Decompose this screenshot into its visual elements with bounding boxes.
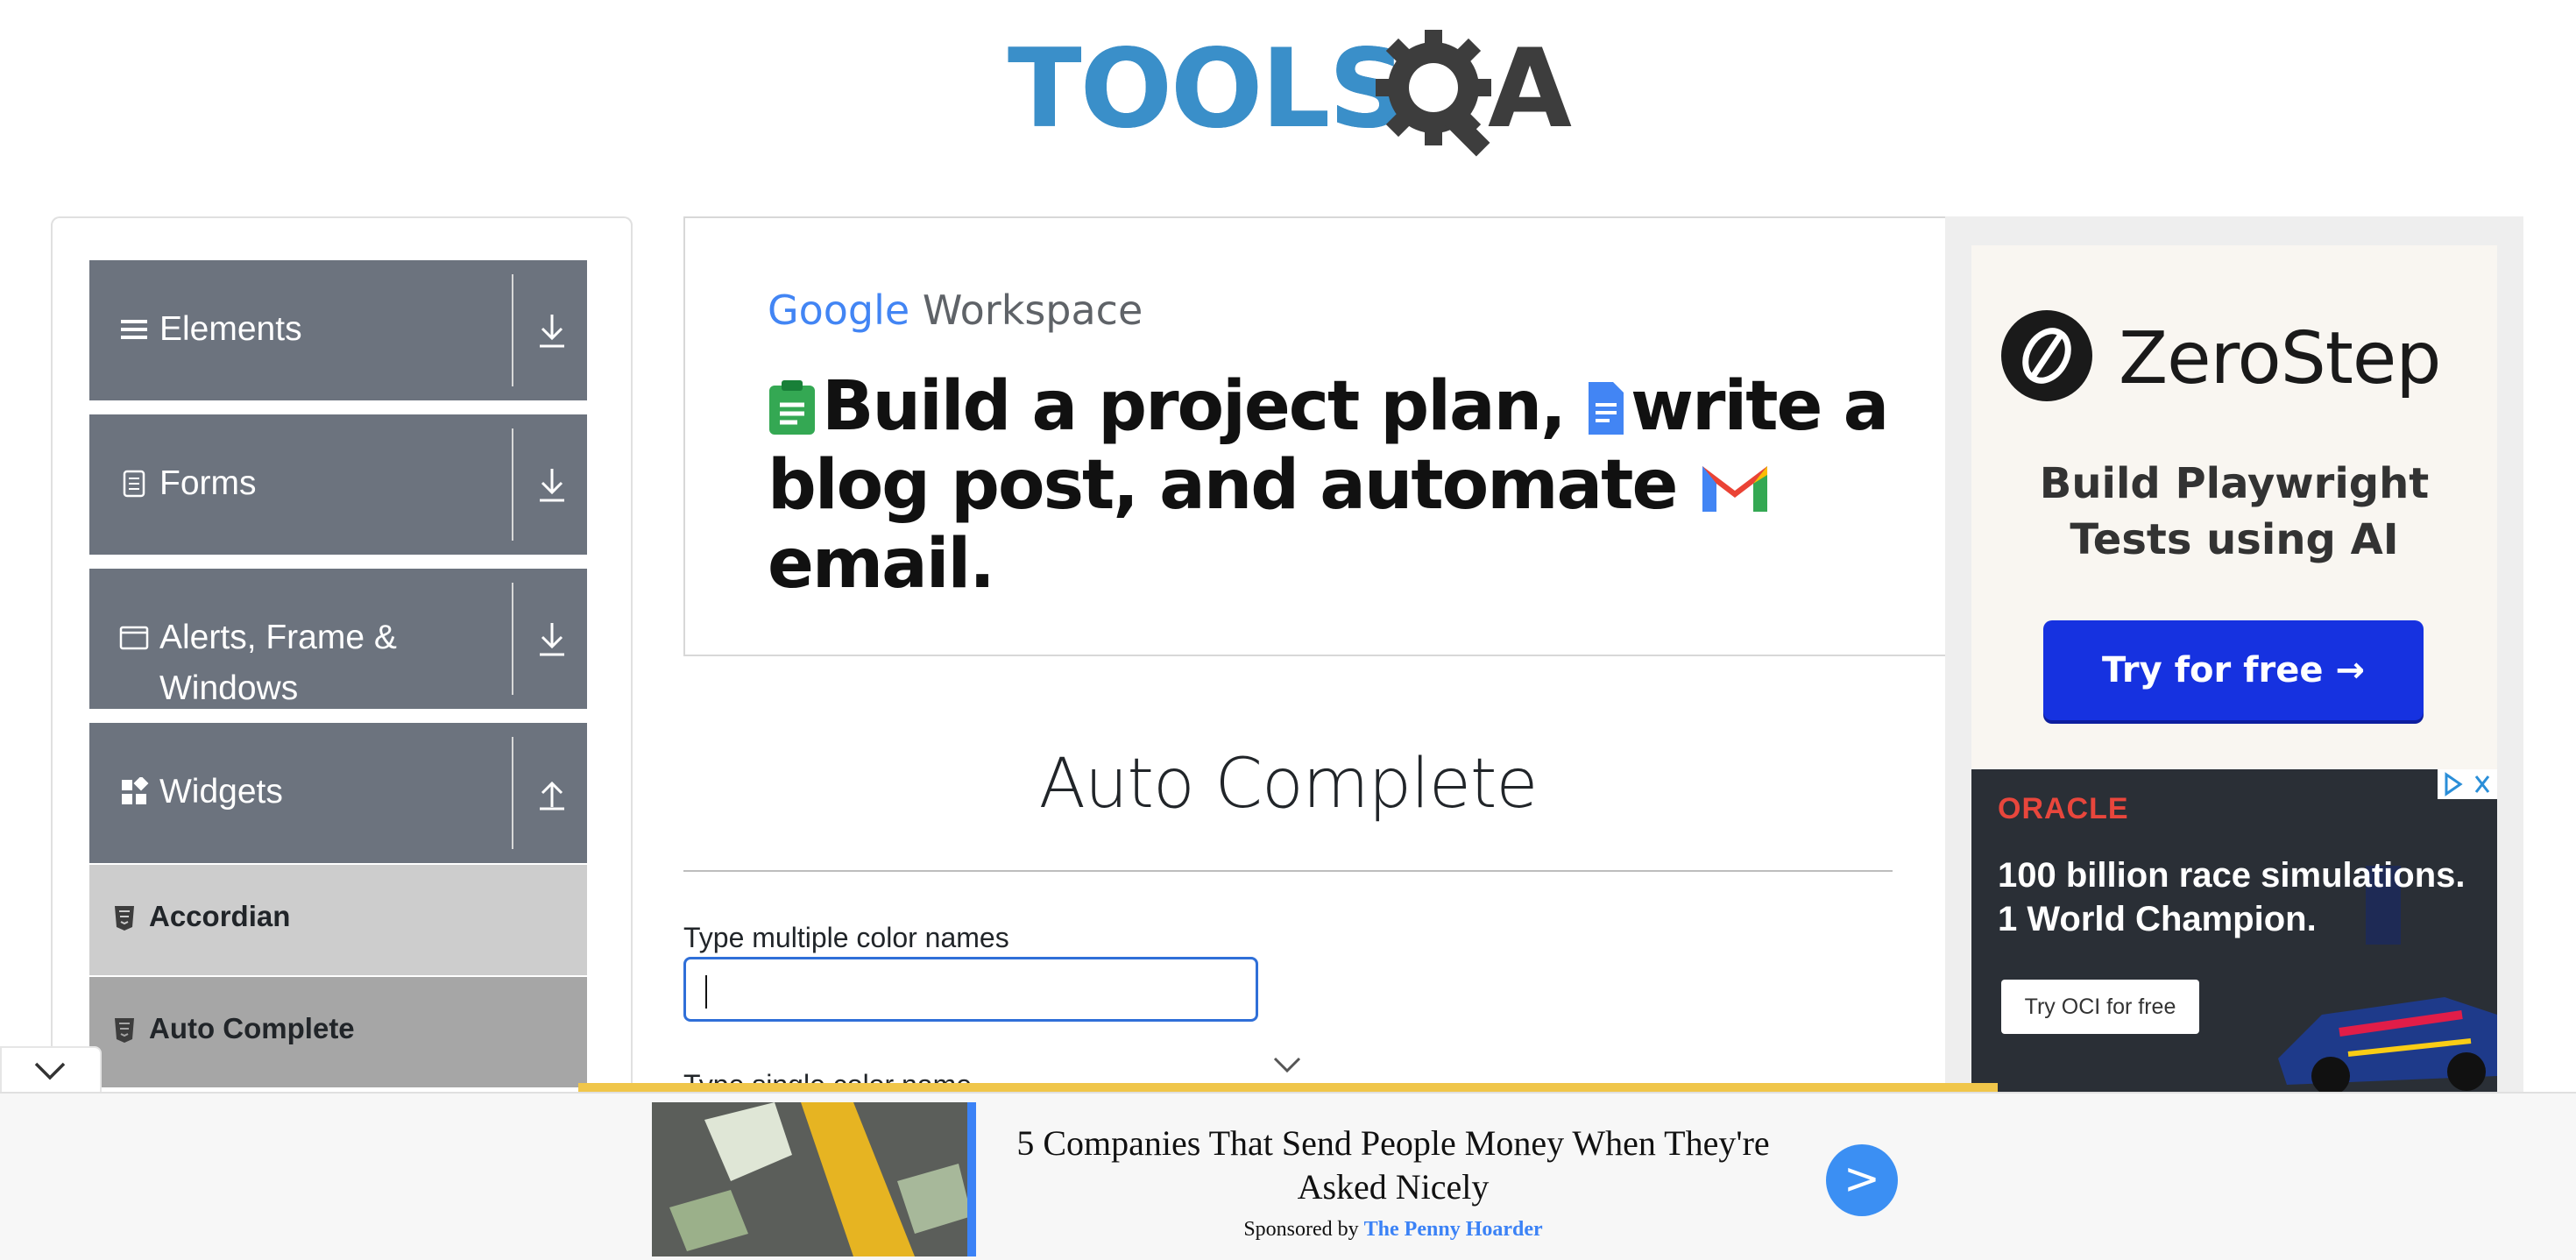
text-caret bbox=[705, 975, 707, 1009]
google-workspace-ad[interactable]: Google Workspace Build a project plan, w… bbox=[683, 216, 1949, 656]
headline-part-4: email. bbox=[768, 525, 995, 604]
multi-color-input[interactable] bbox=[683, 957, 1258, 1022]
html5-icon bbox=[115, 906, 134, 931]
group-label: Alerts, Frame & bbox=[159, 619, 397, 656]
chevron-down-icon[interactable] bbox=[1272, 1055, 1302, 1074]
group-label: Widgets bbox=[159, 773, 283, 811]
thumbnail-accent bbox=[967, 1102, 976, 1256]
logo-text: TOOLS bbox=[1008, 26, 1407, 152]
oracle-line-2: 1 World Champion. bbox=[1998, 900, 2317, 938]
sidebar-item-label: Accordian bbox=[149, 900, 291, 932]
oracle-brand: ORACLE bbox=[1998, 792, 2129, 825]
download-arrow-icon bbox=[540, 623, 564, 656]
clipboard-icon bbox=[769, 380, 815, 435]
try-oci-button[interactable]: Try OCI for free bbox=[2001, 980, 2199, 1034]
ad-go-button[interactable]: > bbox=[1826, 1144, 1898, 1216]
sidebar-group-widgets[interactable]: Widgets bbox=[89, 723, 587, 863]
sidebar-item-accordian[interactable]: Accordian bbox=[89, 864, 587, 975]
window-icon bbox=[119, 626, 149, 650]
logo-suffix: A bbox=[1488, 26, 1572, 152]
collapse-ad-toggle[interactable] bbox=[0, 1046, 102, 1092]
money-road-image bbox=[652, 1102, 976, 1256]
bottom-ad-headline[interactable]: 5 Companies That Send People Money When … bbox=[999, 1122, 1787, 1209]
html5-icon bbox=[115, 1018, 134, 1043]
adchoices-close-icon bbox=[2445, 772, 2490, 796]
try-for-free-button[interactable]: Try for free → bbox=[2043, 620, 2424, 720]
widgets-icon bbox=[122, 777, 149, 804]
google-wordmark: Google bbox=[768, 287, 910, 334]
sidebar-item-label: Auto Complete bbox=[149, 1012, 355, 1044]
hamburger-icon bbox=[121, 320, 147, 339]
sidebar-group-alerts[interactable]: Alerts, Frame & Windows bbox=[89, 569, 587, 709]
divider bbox=[512, 737, 513, 849]
zerostep-brand: ZeroStep bbox=[2119, 317, 2441, 400]
gear-magnifier-icon bbox=[1376, 30, 1491, 157]
group-label: Forms bbox=[159, 464, 257, 502]
sidebar-item-auto-complete[interactable]: Auto Complete bbox=[89, 976, 587, 1087]
docs-icon bbox=[1588, 382, 1624, 435]
oracle-ad[interactable]: ORACLE 100 billion race simulations. 1 W… bbox=[1971, 769, 2497, 1092]
bottom-sponsored-ad[interactable]: 5 Companies That Send People Money When … bbox=[0, 1092, 2576, 1260]
divider bbox=[512, 428, 513, 541]
download-arrow-icon bbox=[540, 315, 564, 348]
headline-part-2: write a bbox=[1630, 367, 1889, 446]
oracle-headline: 100 billion race simulations. 1 World Ch… bbox=[1998, 853, 2488, 941]
gmail-icon bbox=[1702, 466, 1767, 512]
multi-color-label: Type multiple color names bbox=[683, 922, 1009, 953]
sponsored-by-label: Sponsored by bbox=[1243, 1218, 1359, 1241]
sponsor-link[interactable]: The Penny Hoarder bbox=[1364, 1218, 1543, 1241]
headline-part-1: Build a project plan, bbox=[822, 367, 1567, 446]
zerostep-tagline: Build Playwright Tests using AI bbox=[1971, 456, 2497, 568]
ad-brand: Google Workspace bbox=[768, 287, 1143, 334]
group-label: Elements bbox=[159, 310, 302, 348]
headline-part-3: blog post, and automate bbox=[768, 446, 1678, 525]
upload-arrow-icon bbox=[540, 781, 564, 811]
zerostep-ad[interactable]: ZeroStep Build Playwright Tests using AI… bbox=[1971, 245, 2497, 769]
ad-headline: Build a project plan, write a blog post,… bbox=[768, 367, 1907, 604]
sidebar-group-forms[interactable]: Forms bbox=[89, 414, 587, 555]
divider bbox=[512, 274, 513, 386]
oracle-line-1: 100 billion race simulations. bbox=[1998, 856, 2466, 895]
group-label-line2: Windows bbox=[159, 669, 299, 707]
ad-progress-bar bbox=[578, 1083, 1998, 1092]
tagline-line-1: Build Playwright bbox=[2039, 459, 2430, 508]
ad-thumbnail bbox=[652, 1102, 976, 1256]
page-title: Auto Complete bbox=[1038, 745, 1539, 824]
workspace-wordmark: Workspace bbox=[922, 287, 1143, 334]
sponsor-line: Sponsored by The Penny Hoarder bbox=[999, 1218, 1787, 1242]
download-arrow-icon bbox=[540, 469, 564, 502]
adchoices-badge[interactable] bbox=[2438, 769, 2497, 799]
tagline-line-2: Tests using AI bbox=[2070, 515, 2399, 564]
document-icon bbox=[123, 470, 145, 498]
zerostep-logo-icon bbox=[2001, 310, 2092, 401]
chevron-down-icon bbox=[34, 1062, 66, 1080]
title-divider bbox=[683, 870, 1893, 872]
toolsqa-logo[interactable]: TOOLS A bbox=[1008, 26, 1577, 162]
sidebar-group-elements[interactable]: Elements bbox=[89, 260, 587, 400]
divider bbox=[512, 583, 513, 695]
